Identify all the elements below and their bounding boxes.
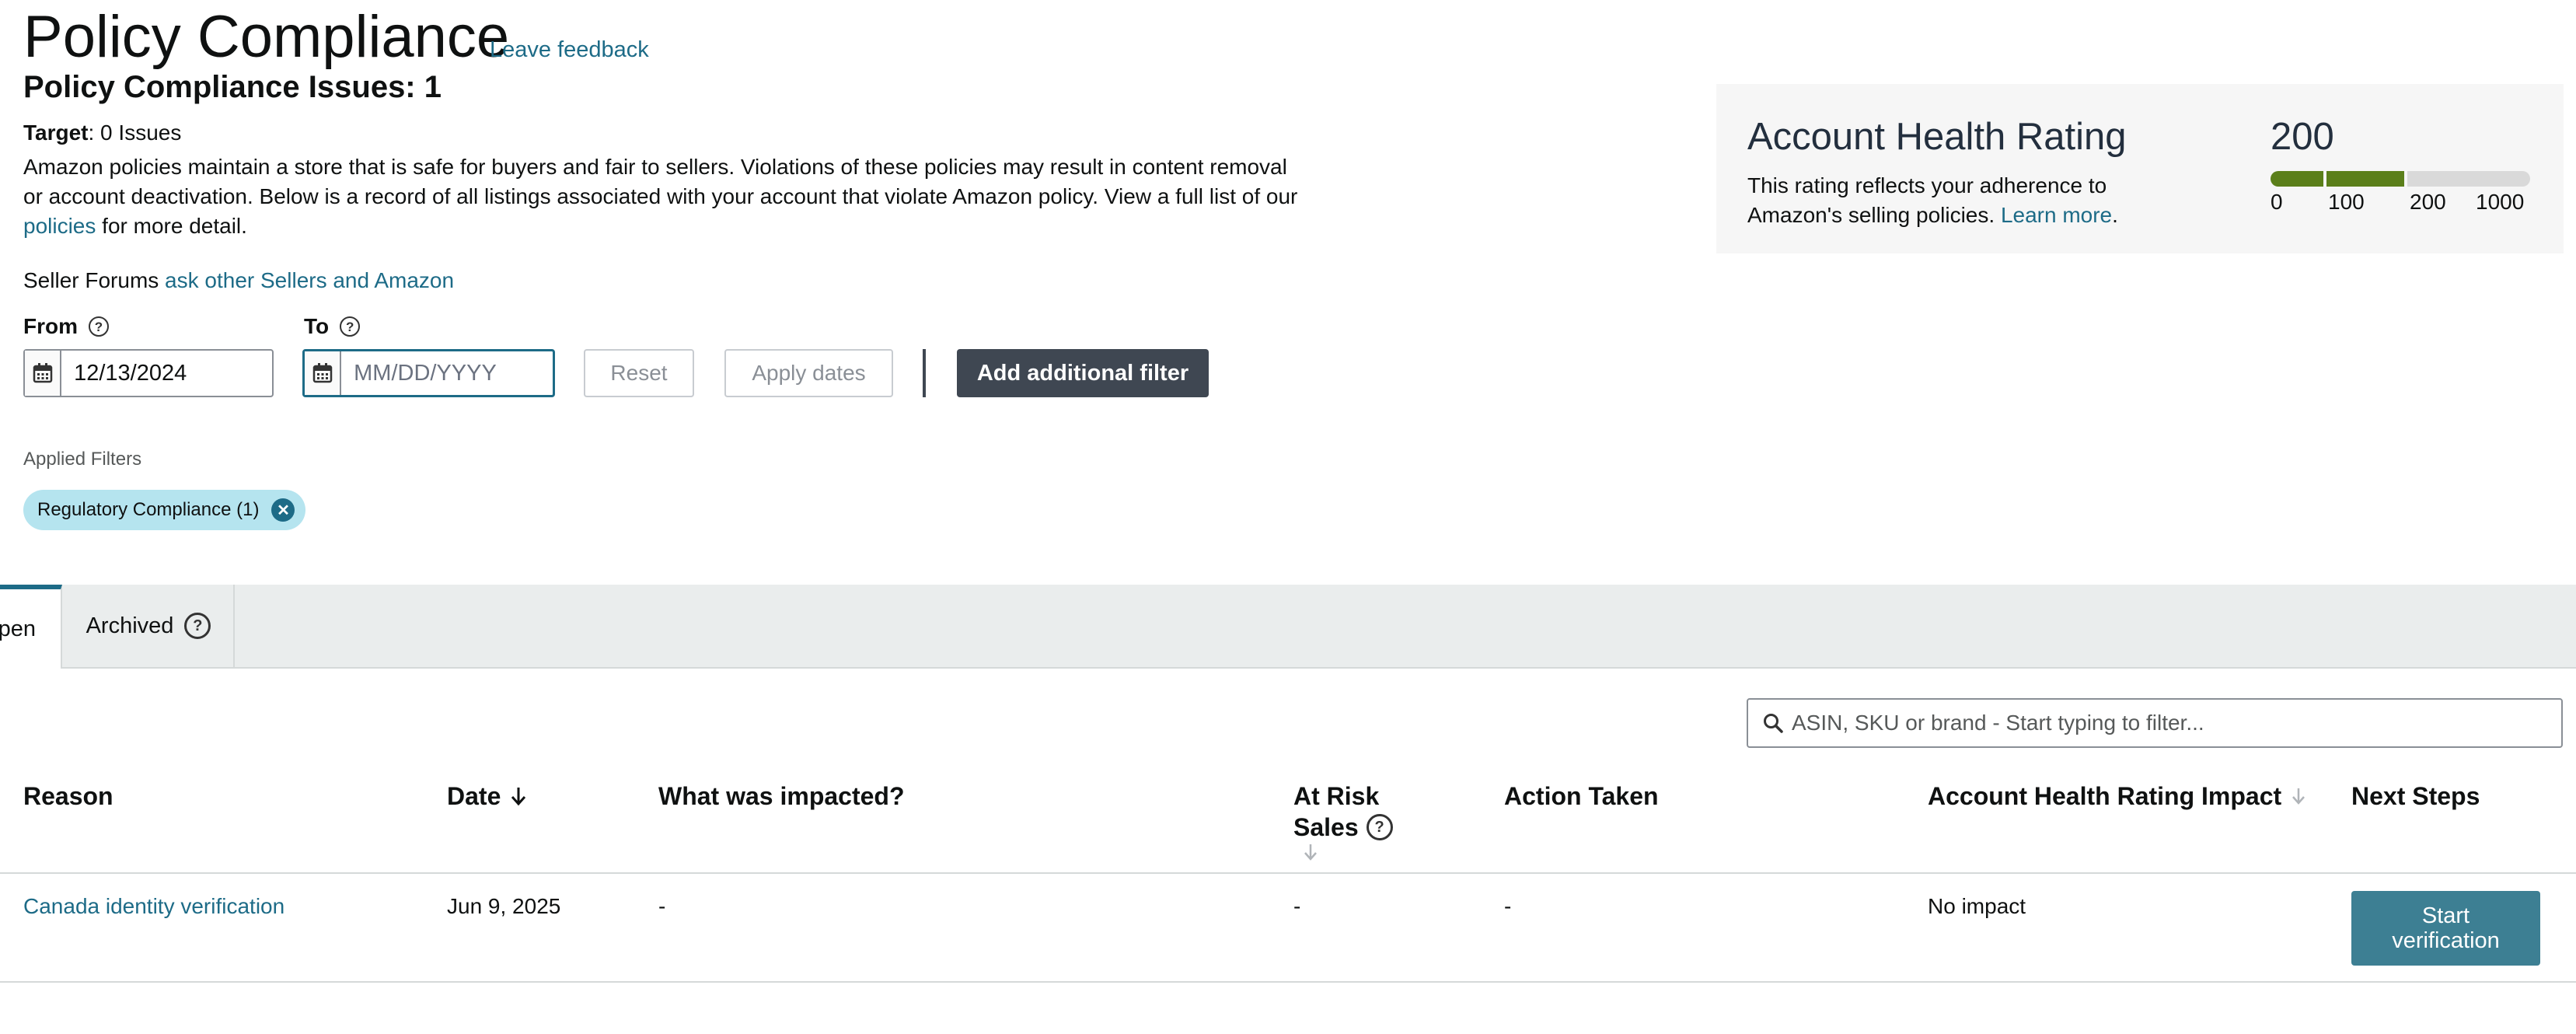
add-filter-button[interactable]: Add additional filter [957,349,1209,397]
search-field[interactable] [1747,698,2563,748]
target-label: Target [23,121,89,145]
help-icon[interactable]: ? [340,316,361,337]
col-at-risk-line1: At Risk [1293,782,1380,810]
filter-chip: Regulatory Compliance (1) ✕ [23,490,306,530]
target-value: : 0 Issues [88,121,182,145]
tab-open-label: pen [0,616,36,641]
to-label: To ? [304,313,361,341]
col-at-risk-line2-wrap: Sales ? [1293,812,1393,843]
issues-heading: Policy Compliance Issues: 1 [23,70,442,104]
search-icon [1762,712,1784,734]
description-text: Amazon policies maintain a store that is… [23,155,1298,208]
col-ahr-impact-label: Account Health Rating Impact [1928,782,2282,810]
sort-icon[interactable] [1303,843,1393,861]
tab-open[interactable]: pen [0,585,62,669]
reason-link[interactable]: Canada identity verification [23,893,284,920]
ahr-score: 200 [2271,116,2334,158]
filter-chip-label: Regulatory Compliance (1) [37,499,260,520]
col-next-steps: Next Steps [2351,782,2480,810]
ahr-title: Account Health Rating [1747,116,2127,158]
tab-bar [0,585,2576,669]
toolbar-divider [923,349,926,397]
col-reason: Reason [23,782,113,810]
start-verification-label: Start verification [2392,903,2500,953]
from-label: From ? [23,313,109,341]
col-at-risk-sales[interactable]: At Risk Sales ? [1293,781,1393,861]
calendar-icon[interactable] [305,351,342,395]
help-icon[interactable]: ? [184,613,211,639]
from-date-field[interactable] [23,349,274,397]
forums-label: Seller Forums [23,268,166,292]
forums-link[interactable]: ask other Sellers and Amazon [165,268,454,292]
to-label-text: To [304,314,330,338]
rating-tick: 200 [2410,190,2446,214]
reset-button[interactable]: Reset [584,349,694,397]
account-health-card: Account Health Rating This rating reflec… [1716,84,2564,253]
target-line: Target: 0 Issues [23,118,181,148]
rating-bar-segment [2326,171,2404,187]
rating-bar-segment [2271,171,2323,187]
applied-filters-label: Applied Filters [23,449,142,470]
to-date-field[interactable] [302,349,555,397]
start-verification-button[interactable]: Start verification [2351,891,2540,966]
seller-forums: Seller Forums ask other Sellers and Amaz… [23,266,454,295]
ahr-period: . [2112,203,2118,227]
rating-tick: 100 [2328,190,2365,214]
col-at-risk-line2: Sales [1293,813,1359,841]
col-date[interactable]: Date [447,781,527,812]
row-impacted: - [658,894,666,918]
leave-feedback-link[interactable]: Leave feedback [490,34,649,65]
ahr-description: This rating reflects your adherence to A… [1747,171,2183,230]
apply-dates-button[interactable]: Apply dates [724,349,893,397]
row-ahr-impact: No impact [1928,894,2026,918]
calendar-icon[interactable] [25,351,62,396]
col-ahr-impact[interactable]: Account Health Rating Impact [1928,781,2306,812]
from-date-input[interactable] [61,351,272,396]
row-at-risk: - [1293,894,1301,918]
header-divider [0,872,2576,874]
remove-filter-icon[interactable]: ✕ [271,498,295,522]
policy-description: Amazon policies maintain a store that is… [23,152,1306,241]
sort-icon[interactable] [2291,787,2306,805]
sort-down-icon[interactable] [510,786,527,806]
row-date: Jun 9, 2025 [447,894,561,918]
col-impacted: What was impacted? [658,782,905,810]
row-divider [0,981,2576,983]
rating-tick: 1000 [2476,190,2525,214]
to-date-input[interactable] [341,351,553,395]
policies-link[interactable]: policies [23,214,96,238]
rating-bar-segment [2407,171,2530,187]
tab-archived-label: Archived [86,613,174,638]
help-icon[interactable]: ? [89,316,109,337]
description-text-end: for more detail. [96,214,247,238]
from-label-text: From [23,314,78,338]
col-action-taken: Action Taken [1504,782,1659,810]
help-icon[interactable]: ? [1366,814,1393,840]
rating-tick: 0 [2271,190,2283,214]
col-date-label: Date [447,782,501,810]
page-title: Policy Compliance [23,4,510,70]
tab-archived[interactable]: Archived ? [64,585,235,667]
learn-more-link[interactable]: Learn more [2001,203,2112,227]
search-input[interactable] [1784,711,2561,735]
row-action: - [1504,894,1512,918]
